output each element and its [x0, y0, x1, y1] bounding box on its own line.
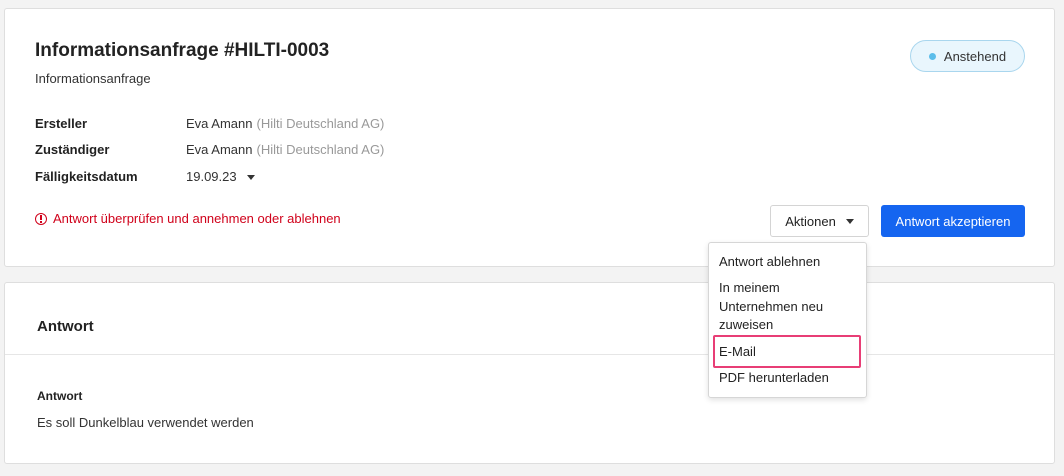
- assignee-label: Zuständiger: [35, 141, 110, 157]
- creator-label: Ersteller: [35, 115, 88, 131]
- creator-row: Ersteller Eva Amann (Hilti Deutschland A…: [35, 114, 384, 132]
- actions-button[interactable]: Aktionen: [770, 205, 869, 237]
- actions-label: Aktionen: [785, 213, 836, 229]
- request-header-card: Informationsanfrage #HILTI-0003 Informat…: [4, 8, 1055, 267]
- creator-name: Eva Amann: [186, 115, 253, 131]
- alert-circle-icon: [35, 212, 47, 225]
- assignee-name: Eva Amann: [186, 141, 253, 157]
- menu-item-download-pdf[interactable]: PDF herunterladen: [719, 369, 859, 388]
- section-title: Antwort: [37, 318, 94, 335]
- status-dot-icon: [928, 52, 936, 60]
- chevron-down-icon: [246, 174, 255, 180]
- warning-text: Antwort überprüfen und annehmen oder abl…: [53, 211, 341, 226]
- menu-item-reject[interactable]: Antwort ablehnen: [719, 253, 859, 272]
- menu-item-reassign[interactable]: In meinem Unternehmen neu zuweisen: [719, 279, 859, 335]
- divider: [5, 354, 1054, 355]
- chevron-down-icon: [845, 218, 854, 224]
- due-date-picker[interactable]: 19.09.23: [186, 169, 255, 184]
- status-label: Anstehend: [943, 48, 1007, 64]
- assignee-row: Zuständiger Eva Amann (Hilti Deutschland…: [35, 140, 384, 158]
- answer-text: Es soll Dunkelblau verwendet werden: [37, 415, 254, 430]
- request-type: Informationsanfrage: [35, 71, 151, 86]
- due-date-value: 19.09.23: [186, 168, 237, 184]
- creator-company: (Hilti Deutschland AG): [256, 115, 385, 131]
- warning-message: Antwort überprüfen und annehmen oder abl…: [35, 211, 341, 226]
- page-title: Informationsanfrage #HILTI-0003: [35, 40, 330, 61]
- menu-item-email[interactable]: E-Mail: [719, 343, 859, 362]
- answer-label: Antwort: [37, 389, 83, 403]
- due-date-row: Fälligkeitsdatum 19.09.23: [35, 167, 255, 185]
- answer-card: Antwort Antwort Es soll Dunkelblau verwe…: [4, 282, 1055, 464]
- actions-dropdown-menu: Antwort ablehnen In meinem Unternehmen n…: [708, 242, 867, 398]
- status-badge: Anstehend: [910, 40, 1025, 72]
- accept-answer-button[interactable]: Antwort akzeptieren: [881, 205, 1025, 237]
- due-date-label: Fälligkeitsdatum: [35, 168, 138, 184]
- assignee-company: (Hilti Deutschland AG): [256, 141, 385, 157]
